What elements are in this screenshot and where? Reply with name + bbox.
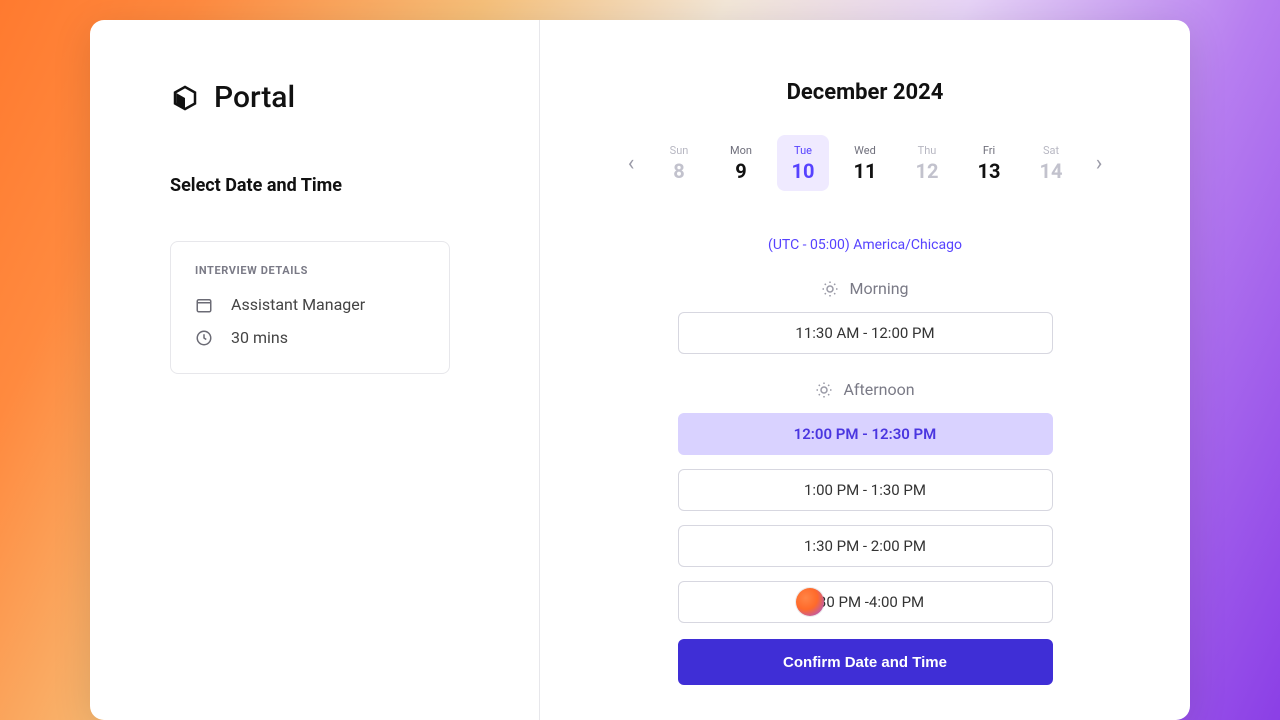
day-number: 10 — [792, 159, 815, 183]
clock-icon — [195, 329, 213, 347]
time-slot[interactable]: 1:00 PM - 1:30 PM — [678, 469, 1053, 511]
day-of-week: Sun — [670, 144, 689, 157]
confirm-button[interactable]: Confirm Date and Time — [678, 639, 1053, 685]
details-duration: 30 mins — [231, 328, 288, 347]
day-of-week: Sat — [1043, 144, 1059, 157]
period-afternoon: Afternoon 12:00 PM - 12:30 PM 1:00 PM - 1… — [580, 380, 1150, 623]
morning-slot-list: 11:30 AM - 12:00 PM — [678, 312, 1053, 354]
day-cell: Sat 14 — [1025, 135, 1077, 191]
period-afternoon-label: Afternoon — [843, 380, 914, 399]
day-number: 13 — [978, 159, 1001, 183]
period-afternoon-header: Afternoon — [815, 380, 914, 399]
week-strip: ‹ Sun 8 Mon 9 Tue 10 Wed 11 Thu 12 Fri 13 Sat 14 › — [617, 135, 1113, 191]
brand-name: Portal — [214, 80, 295, 115]
day-cell[interactable]: Mon 9 — [715, 135, 767, 191]
month-label: December 2024 — [787, 80, 944, 105]
period-morning: Morning 11:30 AM - 12:00 PM — [580, 279, 1150, 354]
day-cell[interactable]: Wed 11 — [839, 135, 891, 191]
sun-icon — [821, 280, 839, 298]
day-cell[interactable]: Tue 10 — [777, 135, 829, 191]
period-morning-header: Morning — [821, 279, 908, 298]
day-of-week: Tue — [794, 144, 812, 157]
prev-week-button[interactable]: ‹ — [617, 143, 645, 183]
time-slot[interactable]: 12:00 PM - 12:30 PM — [678, 413, 1053, 455]
time-slot[interactable]: 3:30 PM -4:00 PM — [678, 581, 1053, 623]
calendar-icon — [195, 296, 213, 314]
afternoon-slot-list: 12:00 PM - 12:30 PM 1:00 PM - 1:30 PM 1:30… — [678, 413, 1053, 623]
time-slot[interactable]: 11:30 AM - 12:00 PM — [678, 312, 1053, 354]
day-of-week: Fri — [983, 144, 995, 157]
day-list: Sun 8 Mon 9 Tue 10 Wed 11 Thu 12 Fri 13 Sat 14 — [653, 135, 1077, 191]
time-slot[interactable]: 1:30 PM - 2:00 PM — [678, 525, 1053, 567]
day-number: 14 — [1040, 159, 1063, 183]
day-cell[interactable]: Fri 13 — [963, 135, 1015, 191]
day-of-week: Mon — [730, 144, 752, 157]
day-of-week: Wed — [854, 144, 876, 157]
next-week-button[interactable]: › — [1085, 143, 1113, 183]
scheduler-card: Portal Select Date and Time INTERVIEW DE… — [90, 20, 1190, 720]
day-cell: Sun 8 — [653, 135, 705, 191]
brand: Portal — [170, 80, 499, 115]
day-number: 11 — [854, 159, 877, 183]
day-number: 12 — [916, 159, 939, 183]
chevron-left-icon: ‹ — [628, 151, 635, 176]
interview-details-panel: INTERVIEW DETAILS Assistant Manager 30 m… — [170, 241, 450, 374]
right-pane: December 2024 ‹ Sun 8 Mon 9 Tue 10 Wed 11 Thu 12 F… — [540, 20, 1190, 720]
chevron-right-icon: › — [1096, 151, 1103, 176]
day-of-week: Thu — [918, 144, 937, 157]
portal-logo-icon — [170, 83, 200, 113]
sun-icon — [815, 381, 833, 399]
left-pane: Portal Select Date and Time INTERVIEW DE… — [90, 20, 540, 720]
page-title: Select Date and Time — [170, 175, 499, 196]
period-morning-label: Morning — [849, 279, 908, 298]
details-duration-row: 30 mins — [195, 328, 425, 347]
timezone-selector[interactable]: (UTC - 05:00) America/Chicago — [768, 237, 962, 253]
details-position: Assistant Manager — [231, 295, 365, 314]
details-position-row: Assistant Manager — [195, 295, 425, 314]
day-cell: Thu 12 — [901, 135, 953, 191]
interview-details-header: INTERVIEW DETAILS — [195, 264, 425, 277]
day-number: 9 — [735, 159, 746, 183]
day-number: 8 — [673, 159, 684, 183]
